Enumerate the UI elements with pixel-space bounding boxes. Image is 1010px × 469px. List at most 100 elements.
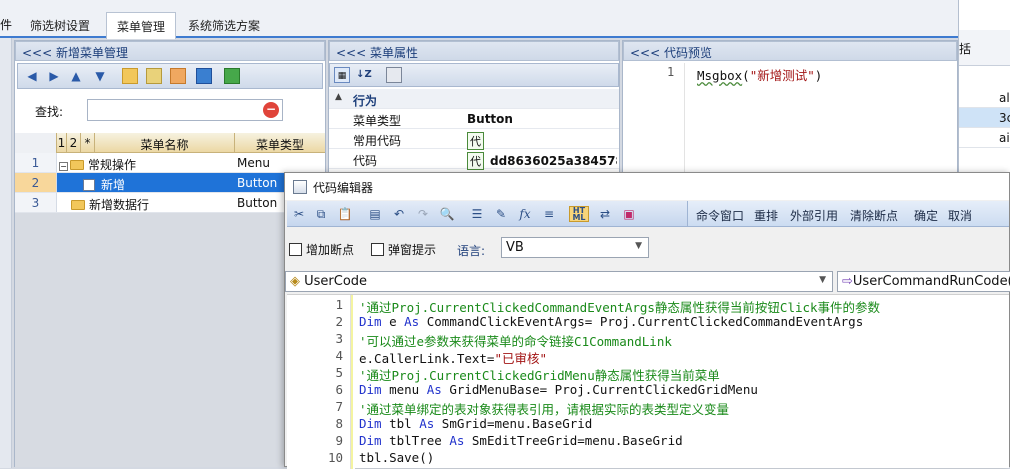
add-folder-icon[interactable]	[122, 68, 138, 84]
popup-hint-checkbox[interactable]: 弹窗提示	[371, 241, 436, 258]
code-line[interactable]: 7 '通过菜单绑定的表对象获得表引用，请根据实际的表类型定义变量	[287, 399, 1009, 417]
code-line[interactable]: 2 Dim e As CommandClickEventArgs= Proj.Cu…	[287, 314, 1009, 331]
dialog-titlebar[interactable]: 代码编辑器	[285, 173, 1009, 200]
category-collapse-icon[interactable]: ▲	[335, 92, 342, 102]
preview-panel-header[interactable]: <<< 代码预览	[623, 41, 957, 61]
rearrange-button[interactable]: 重排	[754, 207, 778, 224]
replace-icon[interactable]: ⇄	[597, 206, 613, 222]
undo-icon[interactable]: ↶	[391, 206, 407, 222]
add-child-folder-icon[interactable]	[146, 68, 162, 84]
indent-icon[interactable]: ☰	[469, 206, 485, 222]
paste-icon[interactable]: 📋	[337, 206, 353, 222]
chevron-down-icon[interactable]: ▼	[635, 241, 642, 251]
row-name: 常规操作	[88, 158, 137, 172]
list-icon[interactable]: ≡	[541, 206, 557, 222]
property-pages-icon[interactable]	[386, 67, 402, 83]
line-number: 3	[335, 331, 343, 346]
ok-button[interactable]: 确定	[914, 207, 938, 224]
move-down-icon[interactable]: ▼	[92, 68, 108, 84]
class-select[interactable]: ◈ UserCode ▼	[285, 271, 833, 292]
checkbox-box[interactable]	[289, 243, 302, 256]
document-icon[interactable]: ▤	[367, 206, 383, 222]
property-row[interactable]: 代码 代 dd8636025a384578b	[329, 149, 619, 170]
breakpoint-checkbox[interactable]: 增加断点	[289, 241, 354, 258]
tab-system-filter[interactable]: 系统筛选方案	[178, 12, 270, 38]
property-value[interactable]: 代	[467, 132, 617, 150]
row-name-cell[interactable]: 新增	[57, 173, 235, 192]
search-input[interactable]	[87, 99, 283, 121]
side-grid-row[interactable]: 3c	[959, 108, 1010, 128]
save-code-icon[interactable]: ▣	[621, 206, 637, 222]
property-row[interactable]: 菜单类型 Button	[329, 109, 619, 129]
sort-alpha-icon[interactable]: ↓Z	[356, 67, 372, 83]
language-select[interactable]: VB ▼	[501, 237, 649, 258]
code-line[interactable]: 1 '通过Proj.CurrentClickedCommandEventArgs静…	[287, 297, 1009, 315]
menu-item-icon	[83, 179, 95, 191]
property-value[interactable]: Button	[467, 112, 617, 126]
cut-icon[interactable]: ✂	[291, 206, 307, 222]
column-star[interactable]: *	[81, 133, 95, 153]
tab-filter-tree[interactable]: 筛选树设置	[20, 12, 100, 38]
html-mode-icon[interactable]: HT ML	[569, 206, 589, 222]
line-number: 4	[335, 348, 343, 363]
line-number: 2	[335, 314, 343, 329]
redo-icon[interactable]: ↷	[415, 206, 431, 222]
code-line[interactable]: 10 tbl.Save()	[287, 450, 1009, 467]
comment-icon[interactable]: ✎	[493, 206, 509, 222]
copy-icon[interactable]: ⧉	[313, 206, 329, 222]
clear-search-icon[interactable]: −	[263, 102, 279, 118]
properties-panel-header[interactable]: <<< 菜单属性	[329, 41, 619, 61]
external-reference-button[interactable]: 外部引用	[790, 207, 838, 224]
property-value[interactable]: 代 dd8636025a384578b	[467, 152, 617, 170]
code-line[interactable]: 6 Dim menu As GridMenuBase= Proj.CurrentC…	[287, 382, 1009, 399]
find-icon[interactable]: 🔍	[439, 206, 455, 222]
checkbox-box[interactable]	[371, 243, 384, 256]
cancel-button[interactable]: 取消	[948, 207, 972, 224]
column-menu-type[interactable]: 菜单类型	[235, 133, 325, 153]
code-line[interactable]: 8 Dim tbl As SmGrid=menu.BaseGrid	[287, 416, 1009, 433]
table-row[interactable]: 3 新增数据行 Button	[15, 193, 325, 213]
property-key: 菜单类型	[353, 114, 402, 128]
side-grid-row[interactable]: al	[959, 88, 1010, 108]
property-category[interactable]: ▲ 行为	[329, 89, 619, 109]
row-number: 2	[15, 173, 57, 192]
code-line[interactable]: 3 '可以通过e参数来获得菜单的命令链接C1CommandLink	[287, 331, 1009, 349]
properties-toolbar: ▦ ↓Z	[329, 63, 619, 87]
code-editor[interactable]: 1 '通过Proj.CurrentClickedCommandEventArgs静…	[287, 294, 1009, 469]
nav-first-icon[interactable]: ◀	[24, 68, 40, 84]
chevron-down-icon[interactable]: ▼	[819, 275, 826, 285]
code-text: Dim menu As GridMenuBase= Proj.CurrentCl…	[359, 382, 758, 397]
method-select[interactable]: ⇨UserCommandRunCode()	[837, 271, 1010, 292]
command-window-button[interactable]: 命令窗口	[696, 207, 744, 224]
categorized-view-icon[interactable]: ▦	[334, 67, 350, 83]
refresh-icon[interactable]	[224, 68, 240, 84]
save-icon[interactable]	[196, 68, 212, 84]
code-badge-icon[interactable]: 代	[467, 152, 484, 170]
side-grid-row[interactable]: ai	[959, 128, 1010, 148]
property-row[interactable]: 常用代码 代	[329, 129, 619, 150]
column-level-1[interactable]: 1	[57, 133, 67, 153]
column-menu-name[interactable]: 菜单名称	[95, 133, 235, 153]
table-row[interactable]: 1 − 常规操作 Menu	[15, 153, 325, 173]
preview-code-line[interactable]: Msgbox("新增测试")	[697, 65, 822, 84]
nav-last-icon[interactable]: ▶	[46, 68, 62, 84]
row-name-cell[interactable]: 新增数据行	[57, 193, 235, 212]
code-line[interactable]: 4 e.CallerLink.Text="已审核"	[287, 348, 1009, 366]
table-row[interactable]: 2 新增 Button	[15, 173, 325, 193]
collapse-icon[interactable]: −	[59, 162, 68, 171]
clear-breakpoints-button[interactable]: 清除断点	[850, 207, 898, 224]
menu-panel-header[interactable]: <<< 新增菜单管理	[15, 41, 325, 61]
column-level-2[interactable]: 2	[67, 133, 81, 153]
row-name-cell[interactable]: − 常规操作	[57, 153, 235, 172]
code-badge-icon[interactable]: 代	[467, 132, 484, 150]
row-number: 1	[15, 153, 57, 172]
line-number: 8	[335, 416, 343, 431]
code-line[interactable]: 5 '通过Proj.CurrentClickedGridMenu静态属性获得当前菜…	[287, 365, 1009, 383]
code-line[interactable]: 9 Dim tblTree As SmEditTreeGrid=menu.Base…	[287, 433, 1009, 450]
tab-menu-management[interactable]: 菜单管理	[106, 12, 177, 39]
move-up-icon[interactable]: ▲	[68, 68, 84, 84]
function-icon[interactable]: fx	[517, 206, 533, 222]
editor-command-bar: 命令窗口 重排 外部引用 清除断点 确定 取消	[687, 201, 1009, 226]
delete-folder-icon[interactable]	[170, 68, 186, 84]
grid-empty-area	[15, 213, 325, 467]
